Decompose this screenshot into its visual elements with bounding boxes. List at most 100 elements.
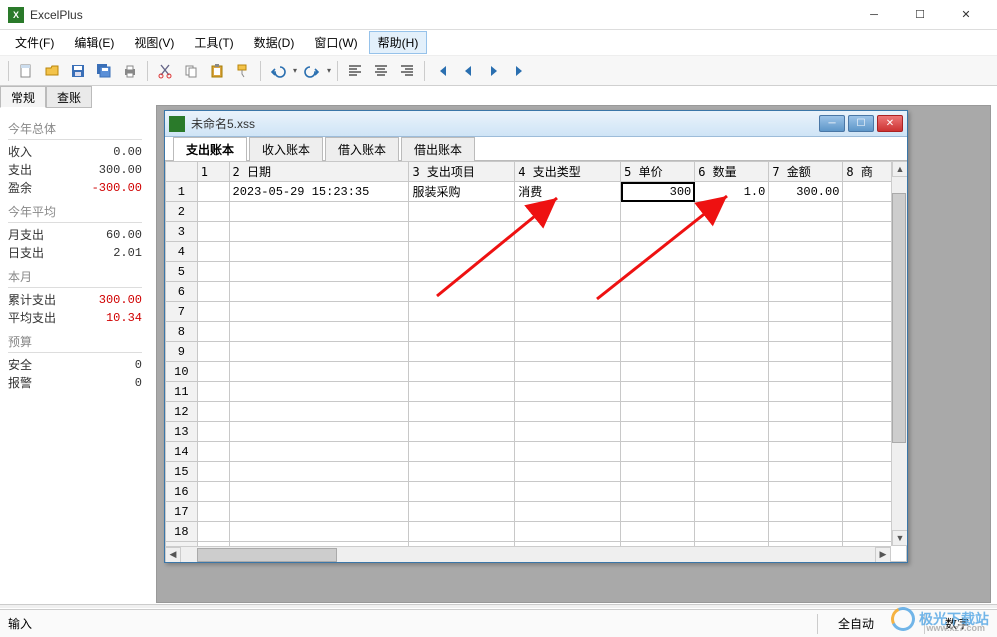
- cell[interactable]: [621, 442, 695, 462]
- cell[interactable]: [409, 442, 515, 462]
- hscroll-thumb[interactable]: [197, 548, 337, 562]
- cell[interactable]: [621, 242, 695, 262]
- cut-icon[interactable]: [153, 59, 177, 83]
- cell[interactable]: [515, 242, 621, 262]
- cell[interactable]: [229, 362, 409, 382]
- cell[interactable]: [197, 402, 229, 422]
- cell[interactable]: [769, 242, 843, 262]
- cell[interactable]: [695, 322, 769, 342]
- cell[interactable]: [229, 302, 409, 322]
- cell[interactable]: [409, 482, 515, 502]
- cell[interactable]: 2023-05-29 15:23:35: [229, 182, 409, 202]
- cell[interactable]: [197, 242, 229, 262]
- cell[interactable]: [197, 382, 229, 402]
- cell[interactable]: [229, 502, 409, 522]
- cell[interactable]: [621, 462, 695, 482]
- cell[interactable]: [515, 202, 621, 222]
- cell[interactable]: [229, 422, 409, 442]
- cell[interactable]: [515, 322, 621, 342]
- cell[interactable]: [229, 522, 409, 542]
- cell[interactable]: [769, 382, 843, 402]
- cell[interactable]: [621, 222, 695, 242]
- row-header[interactable]: 2: [166, 202, 198, 222]
- cell[interactable]: [621, 262, 695, 282]
- cell[interactable]: [621, 502, 695, 522]
- row-header[interactable]: 9: [166, 342, 198, 362]
- cell[interactable]: [621, 402, 695, 422]
- cell[interactable]: [769, 322, 843, 342]
- cell[interactable]: [229, 282, 409, 302]
- cell[interactable]: [409, 522, 515, 542]
- row-header[interactable]: 10: [166, 362, 198, 382]
- cell[interactable]: [515, 282, 621, 302]
- cell[interactable]: [769, 262, 843, 282]
- cell[interactable]: [409, 402, 515, 422]
- col-header-date[interactable]: 2 日期: [229, 162, 409, 182]
- cell[interactable]: [515, 522, 621, 542]
- cell[interactable]: [621, 482, 695, 502]
- cell[interactable]: [229, 462, 409, 482]
- cell[interactable]: [515, 382, 621, 402]
- cell[interactable]: [769, 222, 843, 242]
- row-header[interactable]: 18: [166, 522, 198, 542]
- cell[interactable]: [621, 282, 695, 302]
- cell[interactable]: [229, 382, 409, 402]
- cell[interactable]: [695, 222, 769, 242]
- cell[interactable]: [409, 462, 515, 482]
- row-header[interactable]: 1: [166, 182, 198, 202]
- cell[interactable]: [769, 362, 843, 382]
- cell[interactable]: 300.00: [769, 182, 843, 202]
- cell[interactable]: [197, 362, 229, 382]
- cell[interactable]: [409, 422, 515, 442]
- new-icon[interactable]: [14, 59, 38, 83]
- cell[interactable]: [197, 522, 229, 542]
- format-paint-icon[interactable]: [231, 59, 255, 83]
- cell[interactable]: 消费: [515, 182, 621, 202]
- col-header-price[interactable]: 5 单价: [621, 162, 695, 182]
- open-icon[interactable]: [40, 59, 64, 83]
- cell[interactable]: [695, 442, 769, 462]
- cell[interactable]: [515, 462, 621, 482]
- row-header[interactable]: 3: [166, 222, 198, 242]
- cell[interactable]: [515, 482, 621, 502]
- cell[interactable]: [229, 482, 409, 502]
- cell[interactable]: [769, 202, 843, 222]
- col-header-qty[interactable]: 6 数量: [695, 162, 769, 182]
- cell[interactable]: [197, 222, 229, 242]
- cell[interactable]: [769, 422, 843, 442]
- ledger-tab-1[interactable]: 收入账本: [249, 137, 323, 161]
- cell[interactable]: [695, 382, 769, 402]
- cell[interactable]: [695, 342, 769, 362]
- cell[interactable]: [695, 422, 769, 442]
- align-left-icon[interactable]: [343, 59, 367, 83]
- window-minimize-button[interactable]: ─: [851, 0, 897, 30]
- scroll-up-icon[interactable]: ▲: [892, 161, 907, 177]
- cell[interactable]: [515, 262, 621, 282]
- nav-next-icon[interactable]: [482, 59, 506, 83]
- window-maximize-button[interactable]: ☐: [897, 0, 943, 30]
- nav-first-icon[interactable]: [430, 59, 454, 83]
- cell[interactable]: [695, 242, 769, 262]
- vscroll-thumb[interactable]: [892, 193, 906, 443]
- saveall-icon[interactable]: [92, 59, 116, 83]
- cell[interactable]: [769, 402, 843, 422]
- cell[interactable]: [197, 462, 229, 482]
- cell[interactable]: [621, 522, 695, 542]
- child-minimize-button[interactable]: ─: [819, 115, 845, 132]
- cell[interactable]: [695, 522, 769, 542]
- cell[interactable]: [515, 402, 621, 422]
- child-maximize-button[interactable]: ☐: [848, 115, 874, 132]
- cell[interactable]: [621, 422, 695, 442]
- cell[interactable]: [229, 402, 409, 422]
- cell[interactable]: 300: [621, 182, 695, 202]
- sheet-corner[interactable]: [166, 162, 198, 182]
- cell[interactable]: [197, 322, 229, 342]
- cell[interactable]: [695, 262, 769, 282]
- row-header[interactable]: 6: [166, 282, 198, 302]
- scroll-down-icon[interactable]: ▼: [892, 530, 907, 546]
- save-icon[interactable]: [66, 59, 90, 83]
- redo-icon[interactable]: [300, 59, 324, 83]
- row-header[interactable]: 14: [166, 442, 198, 462]
- scroll-right-icon[interactable]: ▶: [875, 547, 891, 563]
- row-header[interactable]: 5: [166, 262, 198, 282]
